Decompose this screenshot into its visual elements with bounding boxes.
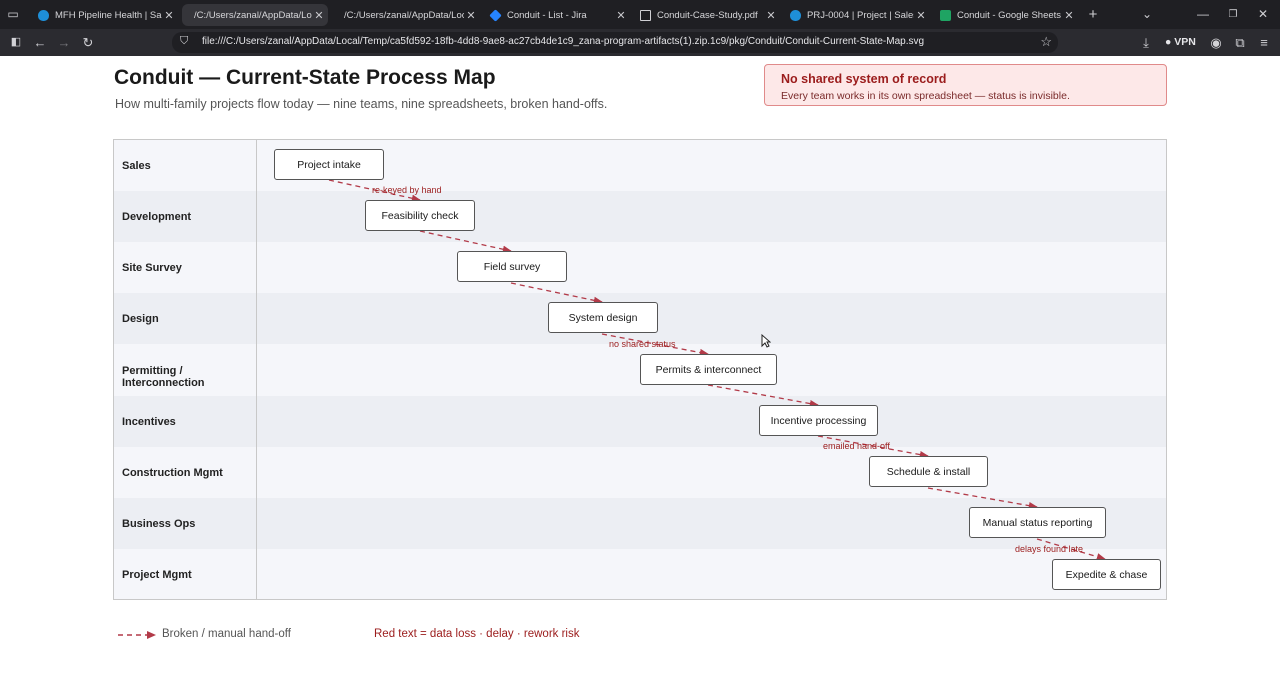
bookmark-star-icon[interactable]: ☆ [1040,34,1052,50]
lane-divider [256,140,257,599]
mouse-cursor-icon [761,334,771,348]
lane-label: Development [122,211,192,223]
tab-local-file-active[interactable]: /C:/Users/zanal/AppData/Local/Temp ✕ [182,4,328,26]
back-icon[interactable]: ← [30,29,50,56]
close-tab-icon[interactable]: ✕ [464,9,478,22]
close-tab-icon[interactable]: ✕ [162,9,176,22]
browser-tab-strip: ▭ MFH Pipeline Health | Salesforce ✕ /C:… [0,0,1280,29]
legend-arrow-icon [118,631,156,639]
tab-actions-icon[interactable]: ▭ [4,0,22,29]
legend-label: Broken / manual hand-off [162,628,291,640]
lane-incentives: Incentives [114,396,1166,447]
step-project-intake: Project intake [274,149,384,180]
tab-local-file[interactable]: /C:/Users/zanal/AppData/Local/Temp ✕ [332,4,480,26]
step-expedite-chase: Expedite & chase [1052,559,1161,590]
forward-icon[interactable]: → [54,29,74,56]
close-tab-icon[interactable]: ✕ [1062,9,1076,22]
close-tab-icon[interactable]: ✕ [914,9,928,22]
new-tab-icon[interactable]: + [1084,0,1102,29]
profile-icon[interactable]: ◉ [1206,29,1226,56]
close-window-icon[interactable]: ✕ [1254,0,1272,29]
pdf-icon [640,9,651,21]
handoff-note: no shared status [609,339,676,349]
lane-label: Permitting / Interconnection [122,365,205,389]
tab-salesforce-pipeline[interactable]: MFH Pipeline Health | Salesforce ✕ [30,4,178,26]
lane-development: Development [114,191,1166,242]
lane-label: Sales [122,160,151,172]
page-subtitle: How multi-family projects flow today — n… [115,97,608,111]
step-system-design: System design [548,302,658,333]
warning-title: No shared system of record [781,72,947,86]
lane-sales: Sales [114,140,1166,191]
warning-callout: No shared system of record Every team wo… [764,64,1167,106]
warning-text: Every team works in its own spreadsheet … [781,90,1070,102]
close-tab-icon[interactable]: ✕ [764,9,778,22]
restore-icon[interactable]: ❐ [1224,0,1242,29]
svg-document: Conduit — Current-State Process Map How … [0,56,1280,688]
step-schedule-install: Schedule & install [869,456,988,487]
reload-icon[interactable]: ↻ [78,29,98,56]
tab-google-sheets[interactable]: Conduit - Google Sheets ✕ [932,4,1078,26]
lane-label: Incentives [122,416,176,428]
url-text[interactable]: file:///C:/Users/zanal/AppData/Local/Tem… [202,36,924,47]
tab-pdf[interactable]: Conduit-Case-Study.pdf ✕ [632,4,780,26]
salesforce-icon [790,9,801,21]
step-incentive-processing: Incentive processing [759,405,878,436]
sidebar-toggle-icon[interactable]: ◧ [6,29,26,56]
tab-list-chevron-icon[interactable]: ⌄ [1138,0,1156,29]
extensions-icon[interactable]: ⧉ [1230,29,1250,56]
lane-label: Project Mgmt [122,569,192,581]
address-bar[interactable]: ⛉ file:///C:/Users/zanal/AppData/Local/T… [172,32,1058,53]
step-feasibility-check: Feasibility check [365,200,475,231]
vpn-icon: ● [1165,36,1175,48]
tab-jira[interactable]: Conduit - List - Jira ✕ [482,4,630,26]
salesforce-icon [38,9,49,21]
sheets-icon [940,9,951,21]
browser-toolbar: ◧ ← → ↻ ⛉ file:///C:/Users/zanal/AppData… [0,29,1280,56]
tab-salesforce-project[interactable]: PRJ-0004 | Project | Salesforce ✕ [782,4,930,26]
close-tab-icon[interactable]: ✕ [614,9,628,22]
step-manual-status-reporting: Manual status reporting [969,507,1106,538]
step-permits-interconnect: Permits & interconnect [640,354,777,385]
lane-project-mgmt: Project Mgmt [114,549,1166,599]
minimize-icon[interactable]: — [1194,0,1212,29]
menu-icon[interactable]: ≡ [1254,29,1274,56]
handoff-note: emailed hand-off [823,441,890,451]
vpn-button[interactable]: ● VPN [1165,29,1196,56]
site-info-icon[interactable]: ⛉ [180,35,188,48]
close-tab-icon[interactable]: ✕ [312,9,326,22]
handoff-note: re-keyed by hand [372,185,442,195]
lane-label: Construction Mgmt [122,467,223,479]
lane-label: Site Survey [122,262,182,274]
legend-note: Red text = data loss · delay · rework ri… [374,628,580,640]
lane-label: Design [122,313,159,325]
step-field-survey: Field survey [457,251,567,282]
page-title: Conduit — Current-State Process Map [114,66,496,89]
lane-construction-mgmt: Construction Mgmt [114,447,1166,498]
lane-site-survey: Site Survey [114,242,1166,293]
lane-label: Business Ops [122,518,196,530]
jira-icon [489,8,502,22]
download-icon[interactable]: ⤓ [1136,29,1156,56]
handoff-note: delays found late [1015,544,1084,554]
